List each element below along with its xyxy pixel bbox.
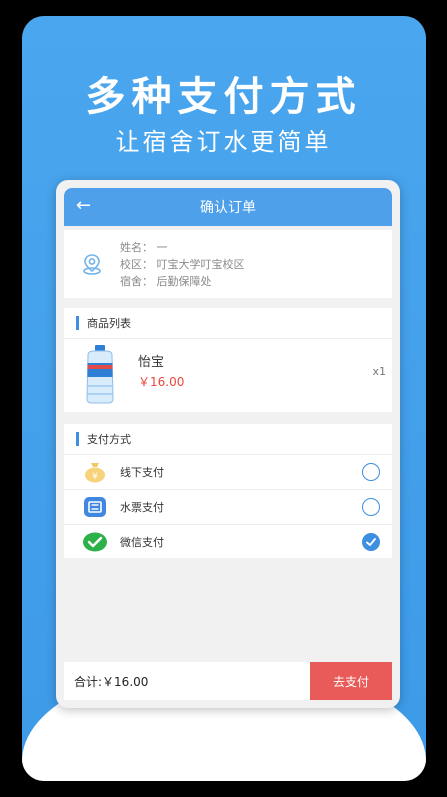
promo-subline: 让宿舍订水更简单 [115, 128, 332, 156]
location-pin-icon [64, 252, 120, 276]
address-name: 姓名： 一 [120, 240, 168, 254]
payment-section-label: 支付方式 [87, 433, 131, 446]
payment-option-label: 水票支付 [120, 501, 164, 514]
radio-button[interactable] [362, 463, 380, 481]
payment-option-label: 线下支付 [120, 466, 164, 479]
section-accent-bar [76, 316, 79, 330]
app-bar: ← 确认订单 [64, 188, 392, 226]
goods-section: 商品列表 怡宝 ￥16.00 x1 [64, 308, 392, 412]
payment-section: 支付方式 ¥ 线下支付 水票支付 微信支付 [64, 424, 392, 558]
checkmark-icon [366, 538, 376, 546]
promo-headline: 多种支付方式 [85, 74, 362, 120]
address-campus: 校区： 叮宝大学叮宝校区 [120, 257, 245, 271]
goods-section-label: 商品列表 [87, 317, 131, 330]
product-quantity: x1 [372, 365, 386, 378]
checkout-bar: 合计:￥16.00 去支付 [64, 662, 392, 700]
svg-text:¥: ¥ [92, 472, 98, 482]
address-card[interactable]: 姓名： 一 校区： 叮宝大学叮宝校区 宿舍： 后勤保障处 [64, 230, 392, 298]
payment-option-wechat[interactable]: 微信支付 [64, 524, 392, 559]
order-total: 合计:￥16.00 [74, 674, 149, 689]
ticket-icon [82, 496, 108, 518]
phone-screen: ← 确认订单 姓名： 一 校区： 叮宝大学叮宝校区 宿舍： 后勤保障处 商品列表 [56, 180, 400, 708]
section-accent-bar [76, 432, 79, 446]
payment-option-ticket[interactable]: 水票支付 [64, 489, 392, 524]
list-item[interactable]: 怡宝 ￥16.00 x1 [64, 338, 392, 412]
address-dorm: 宿舍： 后勤保障处 [120, 274, 212, 288]
wechat-pay-icon [82, 531, 108, 553]
money-bag-icon: ¥ [82, 461, 108, 483]
payment-option-label: 微信支付 [120, 536, 164, 549]
payment-option-offline[interactable]: ¥ 线下支付 [64, 454, 392, 489]
product-name: 怡宝 [138, 355, 165, 370]
water-bottle-image [80, 343, 120, 405]
radio-button-checked[interactable] [362, 533, 380, 551]
pay-button[interactable]: 去支付 [310, 662, 392, 700]
radio-button[interactable] [362, 498, 380, 516]
goods-section-title: 商品列表 [64, 308, 392, 338]
product-price: ￥16.00 [138, 375, 185, 389]
page-title: 确认订单 [200, 200, 256, 216]
arrow-left-icon[interactable]: ← [76, 195, 91, 216]
payment-section-title: 支付方式 [64, 424, 392, 454]
